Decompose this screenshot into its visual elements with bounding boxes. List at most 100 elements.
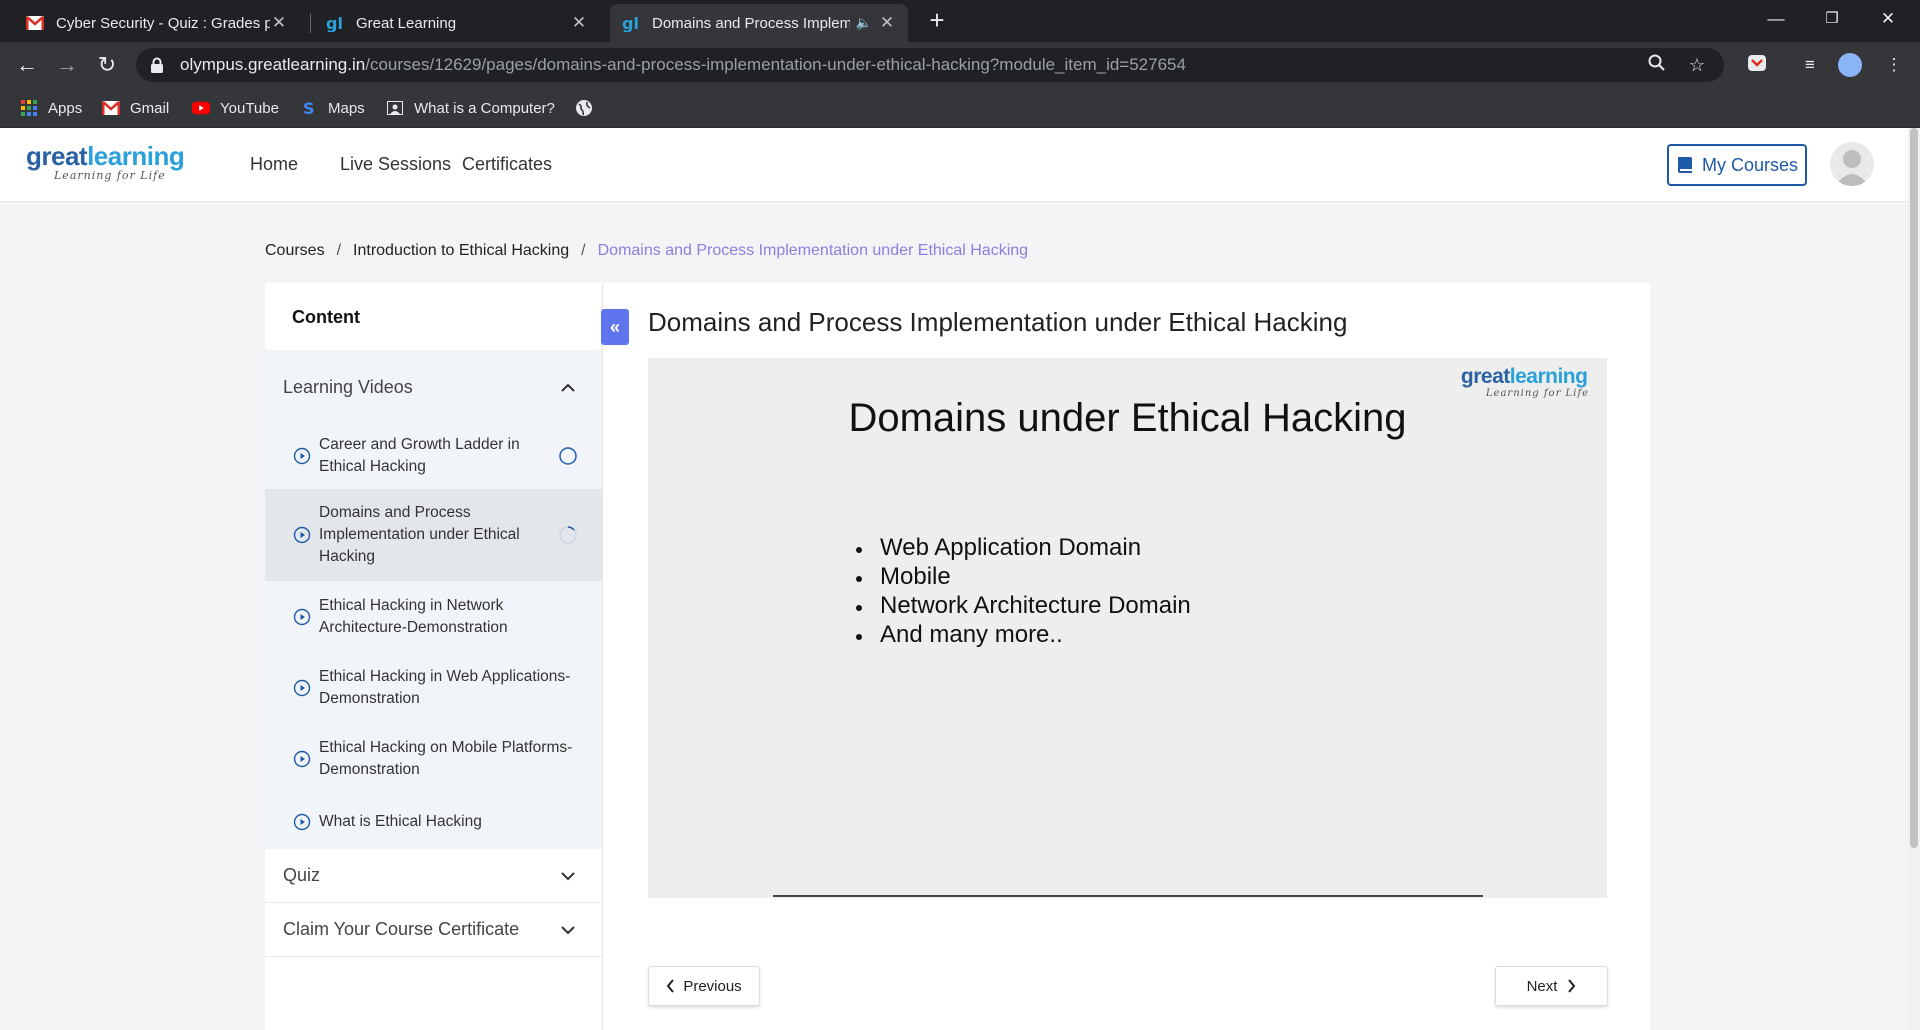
play-circle-icon (293, 813, 311, 831)
reload-icon[interactable]: ↻ (92, 50, 122, 80)
bookmark-apps[interactable]: Apps (20, 96, 82, 120)
video-player[interactable]: greatlearning Learning for Life Domains … (648, 358, 1607, 898)
svg-text:S: S (303, 99, 315, 117)
content-sidebar: Content Learning Videos Career and Growt… (265, 283, 603, 1030)
address-bar[interactable]: olympus.greatlearning.in/courses/12629/p… (136, 48, 1724, 82)
chevron-up-icon (560, 377, 576, 398)
breadcrumb: Courses / Introduction to Ethical Hackin… (265, 242, 1029, 260)
globe-icon (575, 99, 593, 117)
new-tab-button[interactable]: + (923, 6, 951, 34)
sidebar-header: Content (265, 283, 602, 351)
lock-icon (150, 56, 168, 74)
video-item[interactable]: Ethical Hacking in Web Applications-Demo… (265, 653, 602, 723)
in-progress-status-icon (558, 525, 578, 545)
video-item[interactable]: Ethical Hacking in Network Architecture-… (265, 581, 602, 653)
not-started-status-icon (558, 446, 578, 466)
section-header-certificate[interactable]: Claim Your Course Certificate (265, 903, 602, 957)
slide-underline (773, 895, 1483, 897)
close-tab-icon[interactable]: ✕ (878, 13, 896, 33)
slide-title: Domains under Ethical Hacking (848, 396, 1407, 440)
svg-text:gl: gl (326, 14, 343, 32)
slide-bullet: Web Application Domain (856, 533, 1191, 562)
forward-icon[interactable]: → (52, 50, 82, 80)
back-icon[interactable]: ← (12, 50, 42, 80)
nav-certificates[interactable]: Certificates (462, 154, 552, 175)
media-queue-icon[interactable]: ≡ (1798, 53, 1822, 77)
bookmark-star-icon[interactable]: ☆ (1686, 54, 1708, 76)
bookmark-globe[interactable] (575, 96, 603, 120)
section-header-learning-videos[interactable]: Learning Videos (265, 351, 602, 423)
url-path: /courses/12629/pages/domains-and-process… (365, 55, 1186, 74)
page-scrollbar[interactable] (1908, 128, 1920, 1030)
scrollbar-thumb[interactable] (1910, 128, 1918, 848)
greatlearning-logo[interactable]: greatlearning Learning for Life (26, 142, 201, 186)
pocket-extension-icon[interactable] (1745, 53, 1769, 77)
screen: Cyber Security - Quiz : Grades pu ✕ gl G… (0, 0, 1920, 1030)
video-item[interactable]: What is Ethical Hacking (265, 795, 602, 849)
slide-bullets: Web Application Domain Mobile Network Ar… (856, 533, 1191, 649)
previous-button[interactable]: Previous (648, 966, 760, 1006)
url-host: olympus.greatlearning.in (180, 55, 366, 74)
speaker-icon[interactable]: 🔈 (856, 15, 872, 31)
window-close-icon[interactable]: ✕ (1860, 0, 1916, 38)
menu-kebab-icon[interactable]: ⋮ (1882, 53, 1906, 77)
close-tab-icon[interactable]: ✕ (270, 13, 288, 33)
play-circle-icon (293, 526, 311, 544)
browser-tab-strip: Cyber Security - Quiz : Grades pu ✕ gl G… (0, 0, 1920, 42)
chevron-right-icon (1567, 979, 1576, 993)
greatlearning-favicon-icon: gl (622, 14, 640, 32)
svg-text:gl: gl (622, 14, 639, 32)
bookmark-maps[interactable]: S Maps (300, 96, 365, 120)
browser-tab-gmail[interactable]: Cyber Security - Quiz : Grades pu ✕ (14, 4, 300, 42)
slide-bullet: Network Architecture Domain (856, 591, 1191, 620)
my-courses-button[interactable]: My Courses (1667, 144, 1807, 186)
profile-avatar-icon[interactable] (1838, 53, 1862, 77)
breadcrumb-current: Domains and Process Implementation under… (597, 242, 1029, 259)
bookmark-youtube[interactable]: YouTube (192, 96, 279, 120)
page-icon (386, 99, 404, 117)
browser-toolbar: ← → ↻ olympus.greatlearning.in/courses/1… (0, 42, 1920, 88)
play-circle-icon (293, 679, 311, 697)
chevron-down-icon (560, 865, 576, 886)
bookmarks-bar: Apps Gmail YouTube S Maps What is a Comp… (0, 88, 1920, 128)
video-item[interactable]: Ethical Hacking on Mobile Platforms-Demo… (265, 723, 602, 795)
minimize-icon[interactable]: — (1748, 0, 1804, 38)
nav-live-sessions[interactable]: Live Sessions (340, 154, 451, 175)
youtube-icon (192, 99, 210, 117)
user-avatar[interactable] (1830, 142, 1874, 186)
apps-grid-icon (20, 99, 38, 117)
close-tab-icon[interactable]: ✕ (570, 13, 588, 33)
browser-tab-active[interactable]: gl Domains and Process Implem 🔈 ✕ (610, 4, 908, 42)
bookmark-gmail[interactable]: Gmail (102, 96, 169, 120)
section-learning-videos: Learning Videos Career and Growth Ladder… (265, 351, 602, 849)
play-circle-icon (293, 750, 311, 768)
site-header: greatlearning Learning for Life Home Liv… (0, 128, 1908, 202)
slide-bullet: And many more.. (856, 620, 1191, 649)
chevron-left-icon (666, 979, 675, 993)
page-title: Domains and Process Implementation under… (648, 307, 1348, 337)
collapse-sidebar-button[interactable]: « (601, 309, 629, 345)
browser-tab-great-learning[interactable]: gl Great Learning ✕ (314, 4, 600, 42)
video-item-active[interactable]: Domains and Process Implementation under… (265, 489, 602, 581)
breadcrumb-courses[interactable]: Courses (265, 242, 325, 260)
maps-icon: S (300, 99, 318, 117)
greatlearning-favicon-icon: gl (326, 14, 344, 32)
play-circle-icon (293, 447, 311, 465)
gmail-icon (102, 99, 120, 117)
bookmark-what-is-a-computer[interactable]: What is a Computer? (386, 96, 555, 120)
gmail-icon (26, 14, 44, 32)
video-item[interactable]: Career and Growth Ladder in Ethical Hack… (265, 423, 602, 489)
book-icon (1676, 155, 1696, 175)
main-content: Domains and Process Implementation under… (603, 283, 1650, 1030)
slide-bullet: Mobile (856, 562, 1191, 591)
next-button[interactable]: Next (1495, 966, 1608, 1006)
nav-home[interactable]: Home (250, 154, 298, 175)
chevron-down-icon (560, 919, 576, 940)
restore-icon[interactable]: ❐ (1804, 0, 1860, 38)
breadcrumb-course[interactable]: Introduction to Ethical Hacking (353, 242, 569, 260)
tab-separator (310, 13, 311, 33)
play-circle-icon (293, 608, 311, 626)
slide-greatlearning-logo: greatlearning Learning for Life (1460, 365, 1589, 400)
zoom-icon[interactable] (1646, 54, 1668, 76)
section-header-quiz[interactable]: Quiz (265, 849, 602, 903)
